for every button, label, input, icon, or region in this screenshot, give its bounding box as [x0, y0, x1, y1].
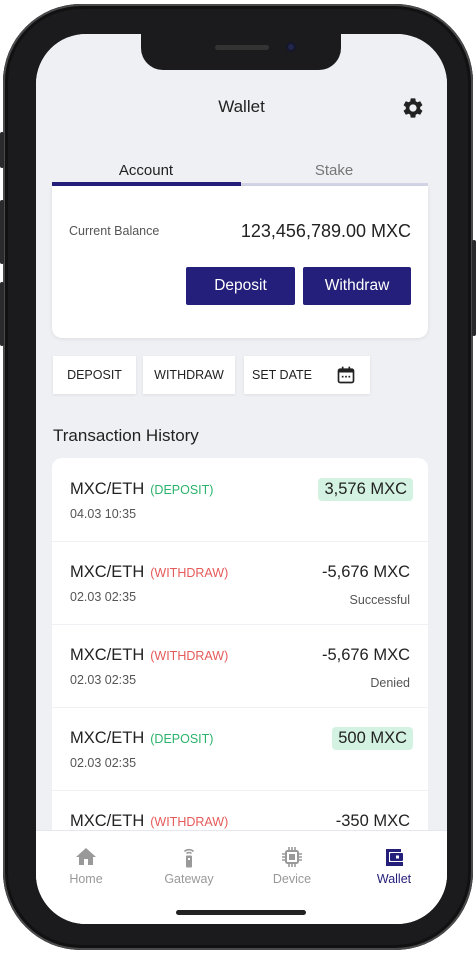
mute-switch [0, 132, 4, 168]
transaction-amount: 500 MXC [332, 727, 413, 750]
transaction-status: Successful [349, 593, 410, 607]
nav-device[interactable]: Device [252, 845, 332, 886]
pair-label: MXC/ETH [70, 563, 145, 581]
filter-deposit-button[interactable]: DEPOSIT [53, 356, 136, 394]
withdraw-button[interactable]: Withdraw [303, 267, 411, 305]
home-icon [76, 848, 96, 865]
transaction-amount: 3,576 MXC [318, 478, 413, 501]
filter-withdraw-button[interactable]: WITHDRAW [143, 356, 235, 394]
nav-wallet[interactable]: Wallet [354, 845, 434, 886]
transaction-pair: MXC/ETH (WITHDRAW) [70, 812, 228, 831]
transaction-row[interactable]: MXC/ETH (DEPOSIT) 02.03 02:35 500 MXC [52, 707, 428, 791]
calendar-icon [337, 366, 355, 384]
home-indicator [176, 910, 306, 915]
pair-label: MXC/ETH [70, 480, 145, 498]
balance-label: Current Balance [69, 224, 160, 238]
transaction-date: 02.03 02:35 [70, 590, 137, 604]
transaction-date: 02.03 02:35 [70, 756, 137, 770]
page-title: Wallet [218, 97, 265, 116]
pair-label: MXC/ETH [70, 812, 145, 830]
volume-down-button [0, 282, 4, 346]
nav-wallet-label: Wallet [376, 872, 412, 886]
transaction-status: Denied [370, 676, 410, 690]
front-camera [286, 42, 296, 52]
deposit-button[interactable]: Deposit [186, 267, 295, 305]
nav-gateway[interactable]: Gateway [149, 845, 229, 886]
transaction-date: 04.03 10:35 [70, 507, 137, 521]
transaction-pair: MXC/ETH (DEPOSIT) [70, 480, 213, 499]
transaction-row[interactable]: MXC/ETH (WITHDRAW) 02.03 02:35 -5,676 MXC… [52, 624, 428, 708]
transaction-type: (WITHDRAW) [150, 649, 229, 663]
nav-home[interactable]: Home [46, 845, 126, 886]
volume-up-button [0, 200, 4, 264]
transaction-row[interactable]: MXC/ETH (WITHDRAW) 02.03 02:35 -5,676 MXC… [52, 541, 428, 625]
speaker [215, 45, 269, 50]
set-date-label: SET DATE [252, 368, 312, 382]
transaction-pair: MXC/ETH (DEPOSIT) [70, 729, 213, 748]
tab-account[interactable]: Account [52, 162, 240, 184]
transaction-date: 02.03 02:35 [70, 673, 137, 687]
screen: Wallet Account Stake Current Balance 123… [36, 34, 447, 924]
balance-card: Current Balance 123,456,789.00 MXC Depos… [52, 186, 428, 338]
transaction-list: MXC/ETH (DEPOSIT) 04.03 10:35 3,576 MXC M… [52, 458, 428, 838]
chip-icon [282, 847, 302, 867]
power-button [472, 240, 476, 336]
balance-value: 123,456,789.00 MXC [240, 221, 411, 241]
transaction-pair: MXC/ETH (WITHDRAW) [70, 646, 228, 665]
wallet-screen: Wallet Account Stake Current Balance 123… [36, 34, 447, 924]
wallet-icon [386, 849, 403, 866]
gateway-icon [183, 848, 195, 868]
phone-frame: Wallet Account Stake Current Balance 123… [0, 4, 476, 950]
pair-label: MXC/ETH [70, 729, 145, 747]
set-date-button[interactable]: SET DATE [244, 356, 370, 394]
nav-home-label: Home [69, 872, 103, 886]
nav-device-label: Device [272, 872, 312, 886]
transaction-amount: -5,676 MXC [321, 563, 410, 581]
transaction-type: (WITHDRAW) [150, 566, 229, 580]
gear-icon[interactable] [401, 96, 425, 120]
tab-stake[interactable]: Stake [240, 162, 428, 184]
account-tabs: Account Stake [52, 162, 428, 184]
transaction-pair: MXC/ETH (WITHDRAW) [70, 563, 228, 582]
transaction-row[interactable]: MXC/ETH (DEPOSIT) 04.03 10:35 3,576 MXC [52, 458, 428, 542]
transaction-type: (WITHDRAW) [150, 815, 229, 829]
transaction-history-title: Transaction History [53, 426, 199, 445]
notch [141, 34, 341, 70]
pair-label: MXC/ETH [70, 646, 145, 664]
nav-gateway-label: Gateway [164, 872, 214, 886]
transaction-type: (DEPOSIT) [150, 483, 214, 497]
transaction-amount: -5,676 MXC [321, 646, 410, 664]
transaction-type: (DEPOSIT) [150, 732, 214, 746]
